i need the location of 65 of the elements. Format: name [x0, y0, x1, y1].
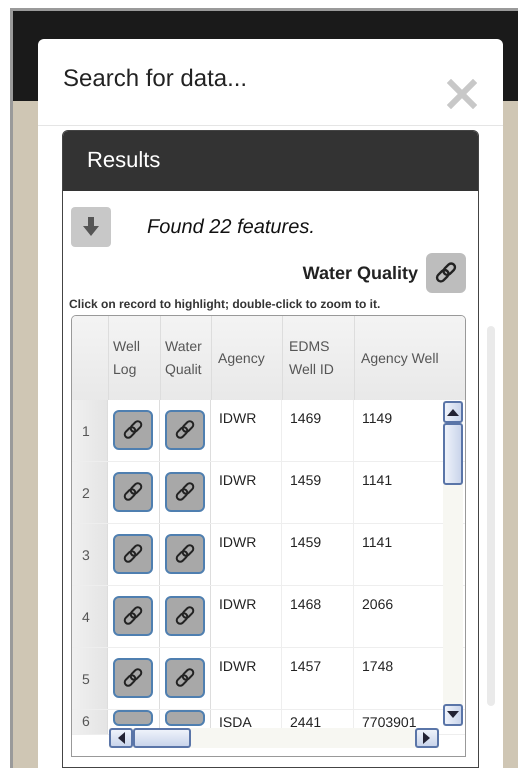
link-icon	[173, 418, 197, 442]
link-button[interactable]	[113, 596, 153, 636]
scrollbar-thumb[interactable]	[443, 423, 463, 485]
link-button[interactable]	[426, 253, 466, 293]
results-count: Found 22 features.	[147, 216, 315, 238]
link-button[interactable]	[113, 410, 153, 450]
link-icon	[173, 480, 197, 504]
column-header: Well Log	[113, 337, 141, 379]
link-icon	[121, 418, 145, 442]
link-button[interactable]	[165, 534, 205, 574]
row-number: 1	[82, 422, 90, 438]
table-cell: 1459	[290, 472, 322, 488]
column-header: Water Qualit	[165, 337, 203, 379]
link-icon	[121, 542, 145, 566]
triangle-right-icon	[423, 732, 431, 744]
arrow-down-icon	[82, 217, 100, 237]
download-button[interactable]	[71, 207, 111, 247]
table-cell: 1468	[290, 596, 322, 612]
table-cell: IDWR	[219, 472, 256, 488]
water-quality-label: Water Quality	[302, 262, 418, 284]
link-icon	[121, 604, 145, 628]
link-icon	[121, 666, 145, 690]
triangle-down-icon	[447, 711, 459, 719]
table-cell: 7703901	[362, 714, 417, 730]
table-cell: 1457	[290, 658, 322, 674]
scrollbar-thumb[interactable]	[133, 728, 191, 748]
triangle-left-icon	[117, 732, 125, 744]
row-number: 4	[82, 608, 90, 624]
table-cell: 1141	[362, 472, 392, 488]
dialog-title: Search for data...	[63, 65, 248, 93]
link-button[interactable]	[165, 472, 205, 512]
table-cell: IDWR	[219, 658, 256, 674]
row-number: 3	[82, 546, 90, 562]
column-header: Agency Well	[361, 348, 439, 368]
triangle-up-icon	[447, 408, 459, 416]
instruction-text: Click on record to highlight; double-click to zoom to it.	[69, 297, 382, 311]
link-button[interactable]	[165, 658, 205, 698]
table-cell: 1469	[290, 410, 322, 426]
column-header: EDMS Well ID	[289, 337, 335, 379]
table-cell: 1748	[362, 658, 394, 674]
link-button[interactable]	[165, 410, 205, 450]
row-number: 6	[82, 713, 90, 729]
link-button[interactable]	[165, 596, 205, 636]
table-cell: IDWR	[219, 534, 256, 550]
results-header: Results	[63, 131, 478, 191]
table-cell: 2066	[362, 596, 394, 612]
link-button[interactable]	[113, 472, 153, 512]
table-cell: 1141	[362, 534, 392, 550]
vertical-scrollbar[interactable]	[443, 401, 463, 726]
table-cell: 1459	[290, 534, 322, 550]
link-button[interactable]	[113, 658, 153, 698]
link-icon	[173, 666, 197, 690]
row-number: 2	[82, 484, 90, 500]
link-icon	[173, 542, 197, 566]
table-cell: IDWR	[219, 410, 256, 426]
table-cell: ISDA	[219, 714, 252, 730]
column-header: Agency	[218, 348, 265, 368]
table-cell: 2441	[290, 714, 322, 730]
link-icon	[121, 480, 145, 504]
link-button[interactable]	[113, 534, 153, 574]
link-icon	[173, 604, 197, 628]
horizontal-scrollbar[interactable]	[109, 728, 439, 748]
row-number: 5	[82, 670, 90, 686]
table-cell: IDWR	[219, 596, 256, 612]
table-cell: 1149	[362, 410, 392, 426]
